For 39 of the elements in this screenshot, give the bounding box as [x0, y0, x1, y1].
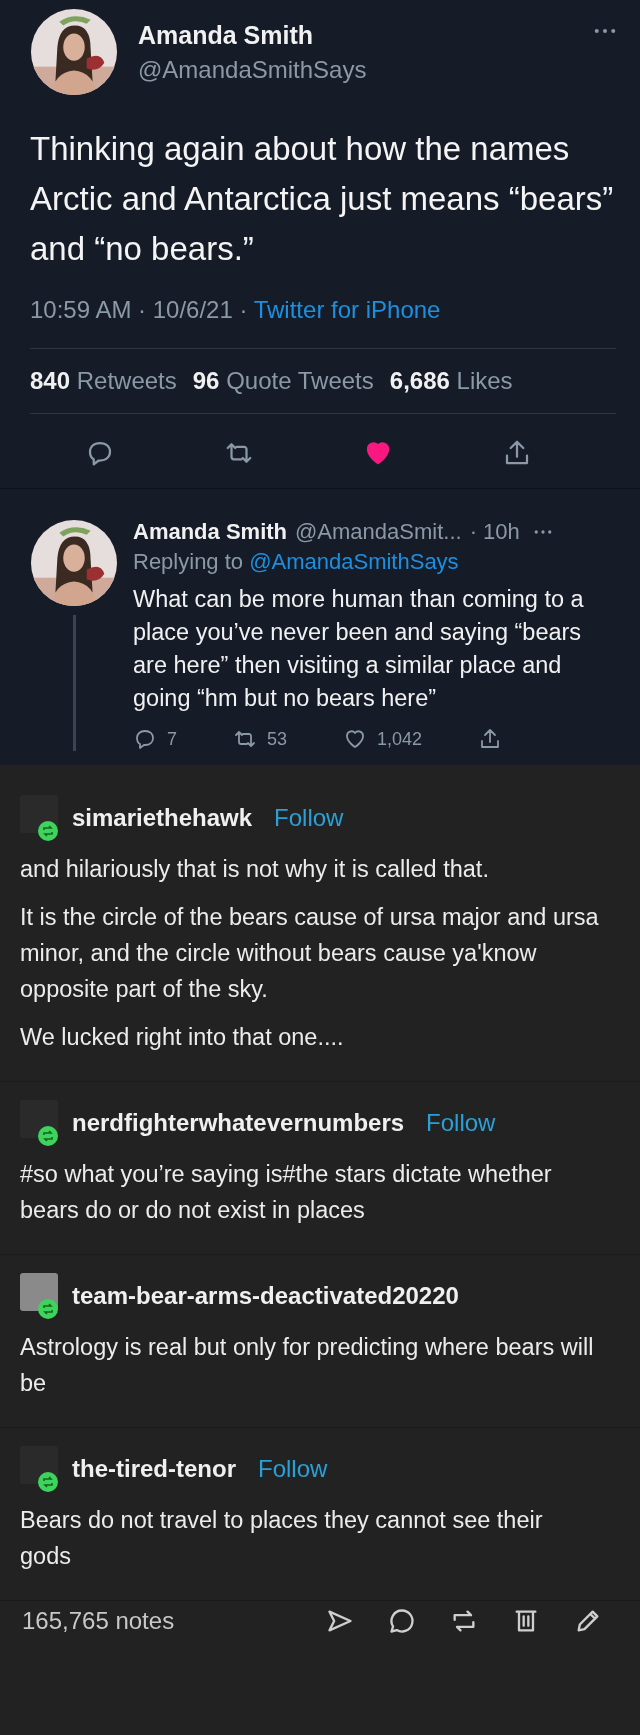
stat-count: 6,686	[389, 367, 450, 394]
follow-link[interactable]: Follow	[426, 1109, 496, 1137]
author-handle[interactable]: @AmandaSmithSays	[138, 55, 574, 84]
tweet-text: Thinking again about how the names Arctic and Antarctica just means “bears” and “no bears.”	[30, 129, 615, 269]
username[interactable]: team-bear-arms-deactivated20220	[72, 1282, 459, 1310]
retweet-count: 53	[267, 728, 288, 750]
tweet-age: · 10h	[469, 519, 520, 545]
stat-count: 840	[30, 367, 71, 394]
stat-label[interactable]: Quote Tweets	[226, 367, 374, 394]
more-icon[interactable]	[533, 529, 552, 535]
more-icon[interactable]	[594, 28, 616, 34]
post-text: Bears do not travel to places they cannot see their gods	[20, 1506, 544, 1571]
like-count: 1,042	[377, 728, 423, 750]
reply-icon[interactable]	[133, 727, 157, 751]
reply-count: 7	[167, 728, 177, 750]
post-text: Astrology is real but only for predicting where bears will be	[20, 1333, 595, 1398]
reply-text: What can be more human than coming to a place you’ve never been and saying “bears are here” then visiting a similar place and going “hm but no bears here”	[133, 585, 585, 713]
author-name[interactable]: Amanda Smith	[138, 20, 574, 50]
stat-label[interactable]: Retweets	[76, 367, 177, 394]
post-text: We lucked right into that one....	[20, 1023, 345, 1052]
post-text: and hilariously that is not why it is called that.	[20, 855, 490, 884]
source-link[interactable]: Twitter for iPhone	[253, 296, 441, 323]
send-icon[interactable]	[326, 1607, 354, 1635]
replying-label: Replying to	[133, 549, 244, 574]
post-text: #so what you’re saying is#the stars dictate whether bears do or do not exist in places	[20, 1160, 553, 1225]
notes-count[interactable]: 165,765 notes	[22, 1607, 175, 1635]
comment-icon[interactable]	[388, 1607, 416, 1635]
stat-label[interactable]: Likes	[456, 367, 513, 394]
mention-link[interactable]: @AmandaSmithSays	[249, 549, 459, 574]
username[interactable]: nerdfighterwhatevernumbers	[72, 1109, 405, 1137]
username[interactable]: the-tired-tenor	[72, 1455, 236, 1483]
follow-link[interactable]: Follow	[258, 1455, 328, 1483]
author-handle[interactable]: @AmandaSmit...	[295, 519, 462, 545]
tweet-timestamp: 10:59 AM · 10/6/21 ·	[30, 296, 249, 323]
username[interactable]: simariethehawk	[72, 804, 253, 832]
follow-link[interactable]: Follow	[274, 804, 344, 832]
post-text: It is the circle of the bears cause of ursa major and ursa minor, and the circle without bears cause ya'know opposite part of the sky.	[20, 903, 600, 1004]
stat-count: 96	[192, 367, 220, 394]
author-name[interactable]: Amanda Smith	[133, 519, 288, 545]
